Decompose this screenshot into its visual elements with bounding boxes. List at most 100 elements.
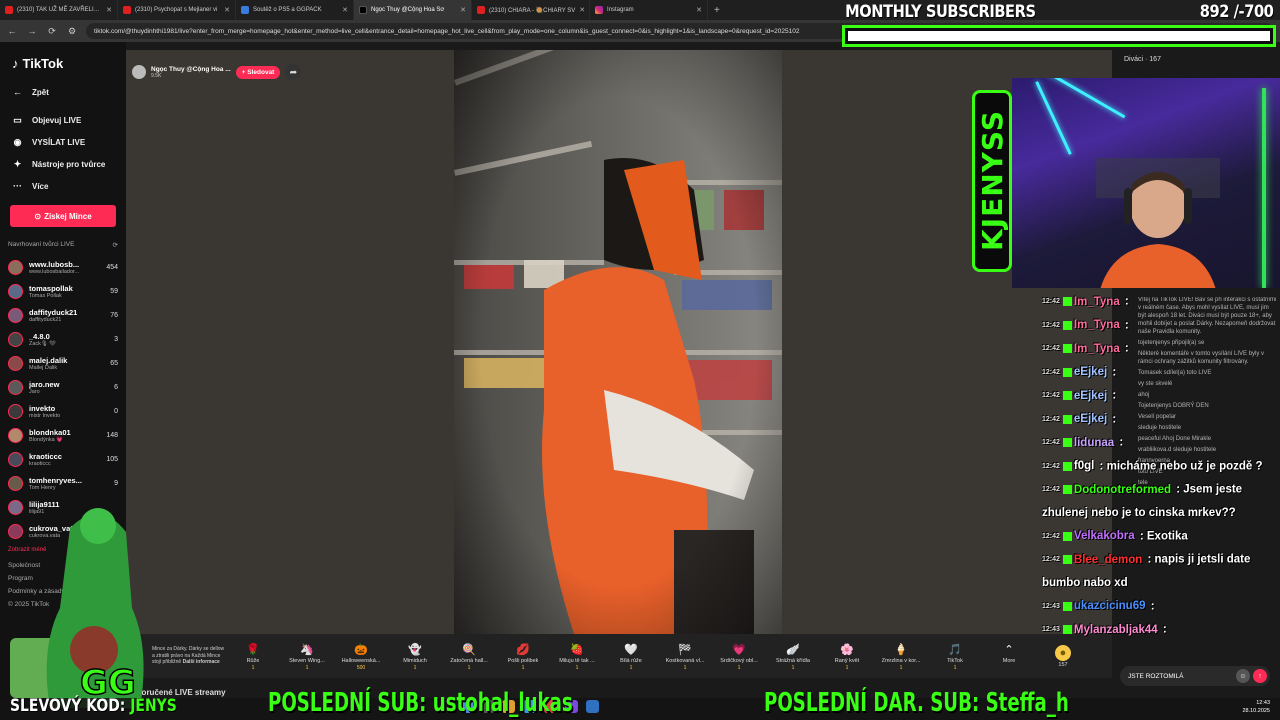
avatar xyxy=(8,451,23,467)
badge-icon xyxy=(1062,414,1072,424)
gift-icon: 💋 xyxy=(516,643,530,656)
back-icon[interactable]: ← xyxy=(6,26,18,36)
chat-colon: : xyxy=(1116,436,1124,449)
host-avatar[interactable] xyxy=(132,65,146,79)
gift-item[interactable]: 💗 Srdíčkový obl... 1 xyxy=(712,641,766,672)
follow-button[interactable]: + Sledovat xyxy=(235,65,281,79)
chat-user: eEjkej xyxy=(1073,389,1108,402)
monthly-subs-banner: MONTHLY SUBSCRIBERS 892 /-700 xyxy=(840,0,1279,24)
tiktok-logo[interactable]: ♪ TikTok xyxy=(12,56,118,71)
creator-item[interactable]: www.lubosb... www.lubosbailador... 454 xyxy=(8,255,118,279)
creator-display-name: mistr Invekto xyxy=(29,412,61,419)
nav-label: VYSÍLAT LIVE xyxy=(32,137,86,147)
live-video[interactable] xyxy=(454,50,782,634)
monthly-subs-title: MONTHLY SUBSCRIBERS xyxy=(845,2,1036,22)
viewers-count[interactable]: Diváci · 167 xyxy=(1124,56,1161,63)
close-icon[interactable]: ✕ xyxy=(224,6,230,14)
coin-balance[interactable]: ● 157 xyxy=(1036,644,1090,668)
gift-item[interactable]: 🍓 Miluju tě tak ... 1 xyxy=(550,641,604,672)
creator-item[interactable]: malej.dalik Mallej Dalik 65 xyxy=(8,351,118,375)
viewer-count: 3 xyxy=(114,335,118,343)
gift-item[interactable]: 🏁 Kostkovaná vl... 1 xyxy=(658,641,712,672)
forward-icon[interactable]: → xyxy=(26,26,38,36)
gift-item[interactable]: 👻 Mimiduch 1 xyxy=(388,641,442,672)
gift-item[interactable]: 🍦 Zmrzlina v kor... 1 xyxy=(874,641,928,672)
refresh-icon[interactable]: ⟳ xyxy=(113,241,118,249)
host-name[interactable]: Ngọc Thuy @Cộng Hoa ... xyxy=(151,66,231,73)
gift-info-link[interactable]: Další informace xyxy=(183,659,220,665)
tab-title: (2310) CHIARA - 🥘CHIARY SV xyxy=(489,7,576,14)
creator-names: kraoticcc kraoticcc xyxy=(29,452,100,467)
chat-colon: : xyxy=(1109,389,1117,402)
browser-tab[interactable]: (2310) TAK UŽ MĚ ZAVŘELI… ✕ xyxy=(0,0,118,20)
youtube-icon xyxy=(123,6,131,14)
tab-title: Soutěž o PS5 a GGPACK xyxy=(253,7,322,13)
nav-item[interactable]: ··· Více xyxy=(8,175,118,197)
share-icon[interactable]: ➦ xyxy=(285,64,302,80)
gift-item[interactable]: ⌃ More xyxy=(982,641,1036,671)
chat-time: 12:42 xyxy=(1042,556,1060,564)
gift-item[interactable]: 🎵 TikTok 1 xyxy=(928,641,982,672)
creator-names: daffityduck21 daffityduck21 xyxy=(29,308,104,323)
creator-names: malej.dalik Mallej Dalik xyxy=(29,356,104,371)
nav-item[interactable]: ▭ Objevuj LIVE xyxy=(8,109,118,131)
jenys-logo: KJENYSS xyxy=(972,90,1012,272)
youtube-icon xyxy=(477,6,485,14)
tab-title: (2310) Psychopat s Mejlaner vi xyxy=(135,7,218,13)
creator-display-name: kraoticcc xyxy=(29,460,51,467)
creator-item[interactable]: daffityduck21 daffityduck21 76 xyxy=(8,303,118,327)
browser-tab[interactable]: (2310) CHIARA - 🥘CHIARY SV ✕ xyxy=(472,0,590,20)
gift-item[interactable]: 💋 Pošli polibek 1 xyxy=(496,641,550,672)
close-icon[interactable]: ✕ xyxy=(696,6,702,14)
browser-tab[interactable]: Ngọc Thuy @Cộng Hoa Sơ ✕ xyxy=(354,0,472,20)
nav-item[interactable]: ✦ Nástroje pro tvůrce xyxy=(8,153,118,175)
close-icon[interactable]: ✕ xyxy=(460,6,466,14)
creator-item[interactable]: blondnka01 Blondýnka 💗 148 xyxy=(8,423,118,447)
gift-item[interactable]: 🌸 Raný květ 1 xyxy=(820,641,874,672)
creator-item[interactable]: kraoticcc kraoticcc 105 xyxy=(8,447,118,471)
viewer-count: 105 xyxy=(106,455,118,463)
close-icon[interactable]: ✕ xyxy=(342,6,348,14)
reload-icon[interactable]: ⟳ xyxy=(46,26,58,37)
browser-tab[interactable]: Instagram ✕ xyxy=(590,0,708,20)
gift-icon: 🍭 xyxy=(462,643,476,656)
creator-item[interactable]: tomhenryves... Tom Henry 9 xyxy=(8,471,118,495)
taskbar xyxy=(0,698,1280,720)
gift-price: 1 xyxy=(575,665,579,671)
back-link[interactable]: ← Zpět xyxy=(8,81,118,103)
arrow-left-icon: ← xyxy=(13,87,22,97)
chat-time: 12:43 xyxy=(1042,626,1060,634)
nav-item[interactable]: ◉ VYSÍLAT LIVE xyxy=(8,131,118,153)
creator-item[interactable]: tomaspollak Tomas Pollak 59 xyxy=(8,279,118,303)
browser-tab[interactable]: (2310) Psychopat s Mejlaner vi ✕ xyxy=(118,0,236,20)
gift-item[interactable]: 🌹 Růže 1 xyxy=(226,641,280,672)
gift-item[interactable]: 🤍 Bílá růže 1 xyxy=(604,641,658,672)
browser-tab[interactable]: Soutěž o PS5 a GGPACK ✕ xyxy=(236,0,354,20)
gift-label: More xyxy=(1002,658,1016,664)
gift-item[interactable]: 🎃 Halloweenská... 500 xyxy=(334,641,388,672)
gift-icon: 🎃 xyxy=(354,643,368,656)
gift-item[interactable]: 🪽 Strážná křídla 1 xyxy=(766,641,820,672)
site-info-icon[interactable]: ⚙ xyxy=(66,26,78,37)
gift-item[interactable]: 🍭 Zatočená hall... 1 xyxy=(442,641,496,672)
new-tab-icon[interactable]: + xyxy=(708,5,726,16)
gift-price: 1 xyxy=(629,665,633,671)
creator-handle: jaro.new xyxy=(29,379,60,389)
emoji-icon[interactable]: ☺ xyxy=(1236,669,1250,683)
close-icon[interactable]: ✕ xyxy=(579,6,585,14)
chat-input[interactable]: JSTE ROZTOMILÁ ☺ ↑ xyxy=(1120,666,1270,686)
close-icon[interactable]: ✕ xyxy=(106,6,112,14)
get-coins-button[interactable]: ⊙ Získej Mince xyxy=(10,205,116,227)
creator-handle: invekto xyxy=(29,403,56,413)
badge-icon xyxy=(1062,531,1072,541)
steam-icon[interactable] xyxy=(586,700,599,713)
creator-item[interactable]: invekto mistr Invekto 0 xyxy=(8,399,118,423)
chat-colon: : xyxy=(1147,600,1155,613)
send-icon[interactable]: ↑ xyxy=(1253,669,1267,683)
creator-item[interactable]: jaro.new Jaro 6 xyxy=(8,375,118,399)
viewer-count: 76 xyxy=(110,311,118,319)
viewer-count: 148 xyxy=(106,431,118,439)
creator-handle: daffityduck21 xyxy=(29,307,78,317)
creator-item[interactable]: _4.8.0 Zack🎙 🖤 3 xyxy=(8,327,118,351)
gift-item[interactable]: 🦄 Steven Wing... 1 xyxy=(280,641,334,672)
